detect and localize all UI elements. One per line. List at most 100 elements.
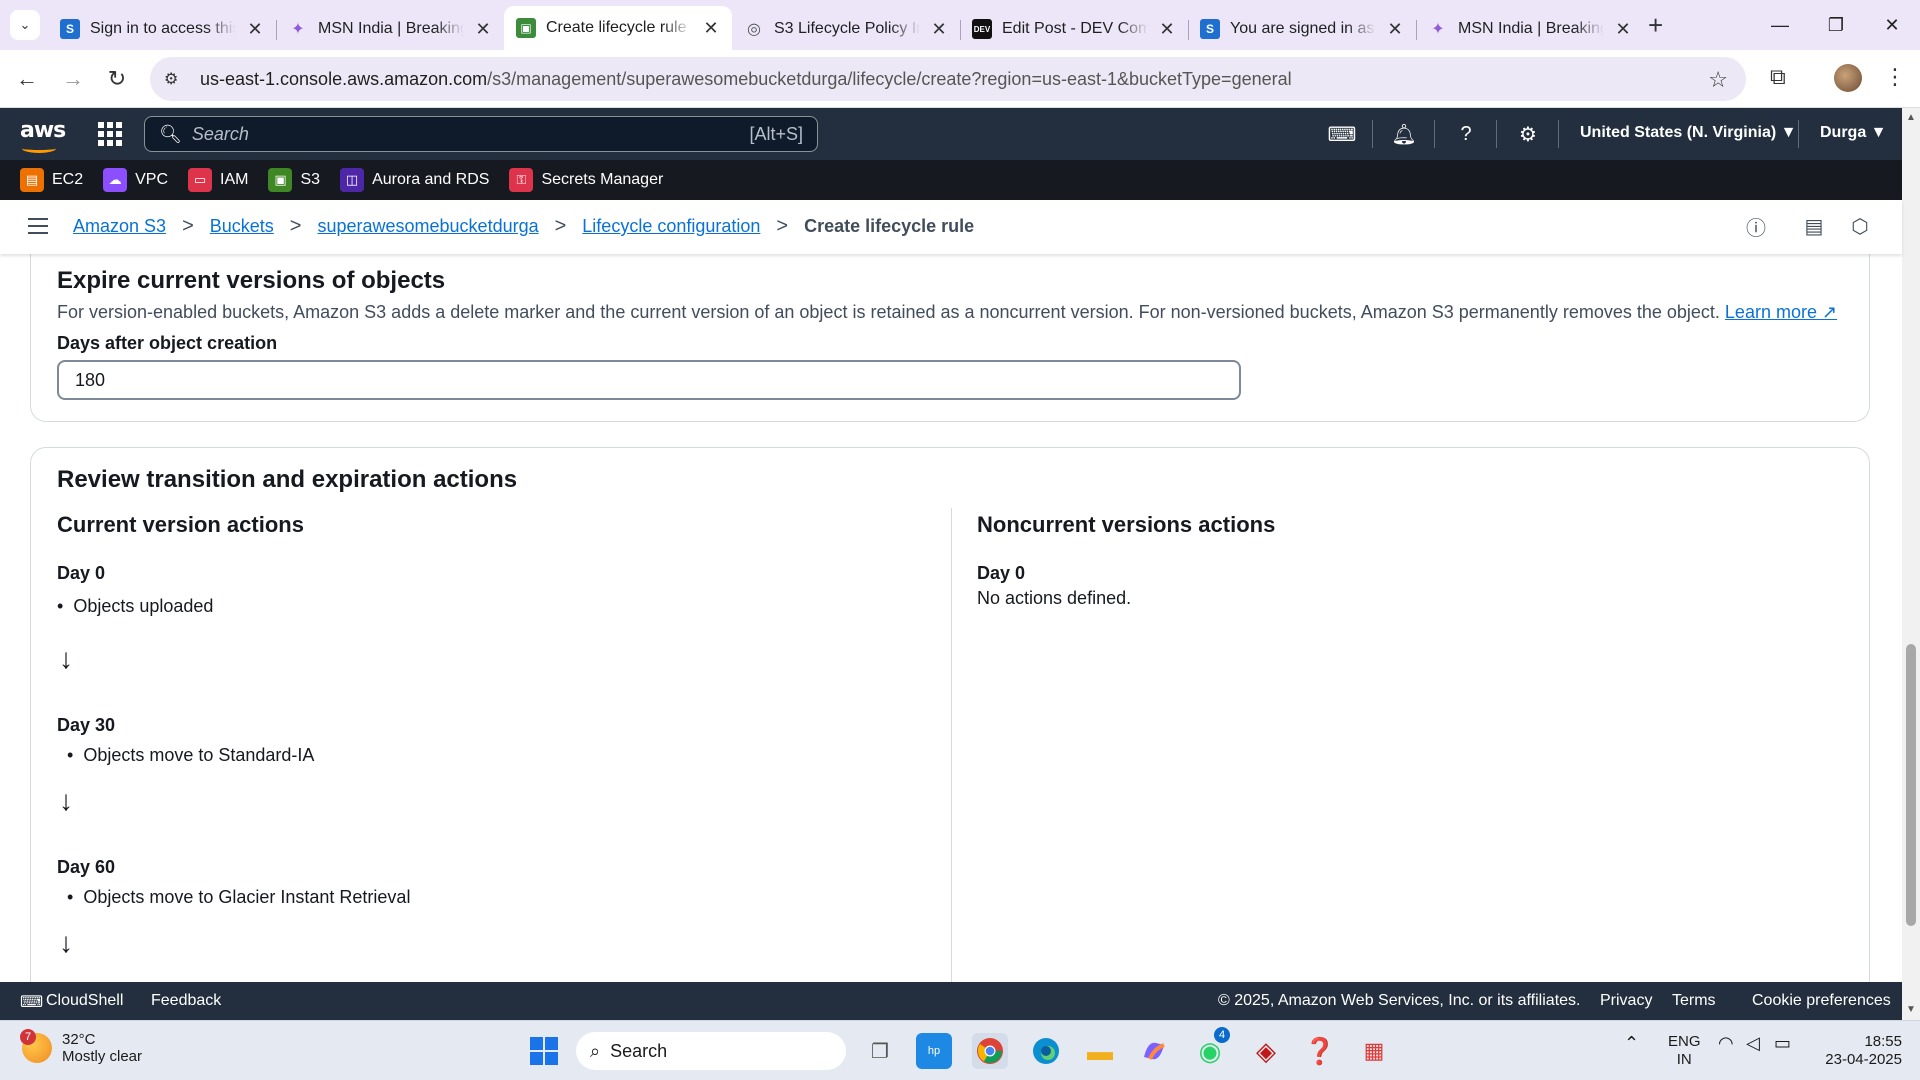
region-selector[interactable]: United States (N. Virginia) ▼ <box>1580 124 1796 142</box>
feedback-link[interactable]: Feedback <box>151 992 221 1010</box>
battery-icon[interactable]: ▭ <box>1774 1033 1791 1054</box>
help-app-icon[interactable]: ❓ <box>1302 1033 1338 1069</box>
extensions-icon[interactable]: ⧉ <box>1770 64 1786 90</box>
privacy-link[interactable]: Privacy <box>1600 992 1652 1010</box>
file-explorer-icon[interactable]: ▬ <box>1082 1033 1118 1069</box>
learn-more-link[interactable]: Learn more ↗ <box>1725 302 1837 322</box>
bookmark-star-icon[interactable]: ☆ <box>1708 67 1728 93</box>
store-icon[interactable]: ▦ <box>1356 1033 1392 1069</box>
taskbar-search[interactable]: ⌕ Search <box>576 1032 846 1070</box>
volume-icon[interactable]: ◁ <box>1746 1033 1760 1054</box>
notifications-bell-icon[interactable]: 🔔︎ <box>1391 122 1416 146</box>
weather-widget[interactable]: 7 32°C Mostly clear <box>20 1029 142 1065</box>
days-after-creation-input[interactable]: 180 <box>57 360 1241 400</box>
task-view-icon[interactable]: ❐ <box>862 1033 898 1069</box>
chevron-right-icon: > <box>776 215 789 237</box>
info-icon[interactable]: ⓘ <box>1744 214 1768 240</box>
tab-favicon-icon: S <box>1200 19 1220 39</box>
scroll-up-icon[interactable]: ▲ <box>1906 112 1916 123</box>
tab-close-icon[interactable]: ✕ <box>1158 19 1176 40</box>
tab-close-icon[interactable]: ✕ <box>246 19 264 40</box>
restore-icon[interactable]: ❐ <box>1808 0 1864 50</box>
breadcrumb-amazon-s3[interactable]: Amazon S3 <box>73 216 166 237</box>
minimize-icon[interactable]: — <box>1752 0 1808 50</box>
tab-close-icon[interactable]: ✕ <box>1614 19 1632 40</box>
clock[interactable]: 18:55 23-04-2025 <box>1818 1033 1902 1069</box>
cookie-preferences-link[interactable]: Cookie preferences <box>1752 992 1891 1010</box>
arrow-down-icon: ↓ <box>59 785 73 816</box>
divider <box>1798 120 1799 148</box>
date: 23-04-2025 <box>1825 1051 1902 1068</box>
tab-search-dropdown-icon[interactable]: ⌄ <box>10 10 40 40</box>
side-nav-menu-icon[interactable] <box>28 218 48 234</box>
close-window-icon[interactable]: ✕ <box>1864 0 1920 50</box>
reload-icon[interactable]: ↻ <box>102 64 132 94</box>
expire-current-versions-panel: Expire current versions of objects For v… <box>30 254 1870 422</box>
help-icon[interactable]: ? <box>1454 122 1478 146</box>
profile-avatar[interactable] <box>1834 64 1862 92</box>
favorite-aurora-rds[interactable]: ◫ Aurora and RDS <box>340 168 489 192</box>
browser-tab[interactable]: ◎ S3 Lifecycle Policy Im ✕ <box>732 10 960 48</box>
timeline-action: Objects move to Glacier Instant Retrieva… <box>67 887 410 908</box>
tab-close-icon[interactable]: ✕ <box>474 19 492 40</box>
browser-menu-icon[interactable]: ⋮ <box>1884 64 1906 90</box>
tab-title: Sign in to access this <box>90 20 236 37</box>
browser-tab[interactable]: ✦ MSN India | Breaking ✕ <box>1416 10 1644 48</box>
chrome-icon[interactable] <box>972 1033 1008 1069</box>
aws-logo-icon[interactable]: aws <box>20 118 66 153</box>
favorite-s3[interactable]: ▣ S3 <box>268 168 320 192</box>
page-scrollbar[interactable]: ▲ ▼ <box>1902 108 1920 1020</box>
services-menu-icon[interactable] <box>98 122 122 146</box>
favorites-bar: ▤ EC2 ☁ VPC ▭ IAM ▣ S3 ◫ Aurora and RDS … <box>0 160 1902 200</box>
back-icon[interactable]: ← <box>12 64 42 94</box>
tab-close-icon[interactable]: ✕ <box>1386 19 1404 40</box>
copilot-icon[interactable] <box>1136 1033 1172 1069</box>
windows-start-icon[interactable] <box>526 1033 562 1069</box>
main-content: Expire current versions of objects For v… <box>0 254 1902 982</box>
section-title: Expire current versions of objects <box>57 267 446 294</box>
favorite-secrets-manager[interactable]: ⚿ Secrets Manager <box>509 168 663 192</box>
tab-title: Edit Post - DEV Comm <box>1002 20 1148 37</box>
account-menu[interactable]: Durga ▼ <box>1820 124 1887 142</box>
breadcrumb-lifecycle-configuration[interactable]: Lifecycle configuration <box>582 216 760 237</box>
scrollbar-thumb[interactable] <box>1906 644 1916 926</box>
show-hidden-icons-icon[interactable]: ⌃ <box>1624 1033 1639 1054</box>
breadcrumb-buckets[interactable]: Buckets <box>210 216 274 237</box>
myhp-icon[interactable]: hp <box>916 1033 952 1069</box>
settings-gear-icon[interactable]: ⚙ <box>1516 122 1540 146</box>
language-indicator[interactable]: ENG IN <box>1668 1033 1701 1069</box>
terms-link[interactable]: Terms <box>1672 992 1716 1010</box>
arrow-down-icon: ↓ <box>59 643 73 674</box>
divider <box>1372 120 1373 148</box>
mcafee-icon[interactable]: ◈ <box>1248 1033 1284 1069</box>
browser-tab[interactable]: ✦ MSN India | Breaking ✕ <box>276 10 504 48</box>
favorite-iam[interactable]: ▭ IAM <box>188 168 248 192</box>
forward-icon[interactable]: → <box>58 64 88 94</box>
aws-search-input[interactable]: 🔍︎ Search [Alt+S] <box>144 116 818 152</box>
browser-tab[interactable]: S Sign in to access this ✕ <box>48 10 276 48</box>
favorite-ec2[interactable]: ▤ EC2 <box>20 168 83 192</box>
browser-tab[interactable]: DEV Edit Post - DEV Comm ✕ <box>960 10 1188 48</box>
cloudshell-icon[interactable]: ⌨ <box>1328 122 1357 146</box>
breadcrumb-bucket[interactable]: superawesomebucketdurga <box>317 216 538 237</box>
favorite-label: Aurora and RDS <box>372 171 490 188</box>
browser-tab-active[interactable]: ▣ Create lifecycle rule - ✕ <box>504 6 732 50</box>
tab-favicon-icon: S <box>60 19 80 39</box>
favorite-vpc[interactable]: ☁ VPC <box>103 168 168 192</box>
new-tab-icon[interactable]: + <box>1648 12 1663 38</box>
address-bar[interactable]: ⚙ us-east-1.console.aws.amazon.com/s3/ma… <box>150 57 1746 101</box>
whatsapp-icon[interactable]: ◉ 4 <box>1192 1027 1230 1069</box>
cloudshell-link[interactable]: CloudShell <box>46 992 123 1010</box>
timeline-action: Objects move to Standard-IA <box>67 745 314 766</box>
panel-icon[interactable]: ▤ <box>1802 214 1826 238</box>
help-panel-icon[interactable]: ⬡ <box>1848 214 1872 238</box>
language-label: ENG <box>1668 1033 1701 1050</box>
edge-icon[interactable] <box>1028 1033 1064 1069</box>
wifi-icon[interactable]: ◠ <box>1718 1033 1734 1054</box>
site-info-icon[interactable]: ⚙ <box>164 69 186 89</box>
favorite-label: EC2 <box>52 171 84 188</box>
scroll-down-icon[interactable]: ▼ <box>1906 1004 1916 1015</box>
browser-tab[interactable]: S You are signed in as ✕ <box>1188 10 1416 48</box>
tab-close-icon[interactable]: ✕ <box>702 18 720 39</box>
tab-close-icon[interactable]: ✕ <box>930 19 948 40</box>
